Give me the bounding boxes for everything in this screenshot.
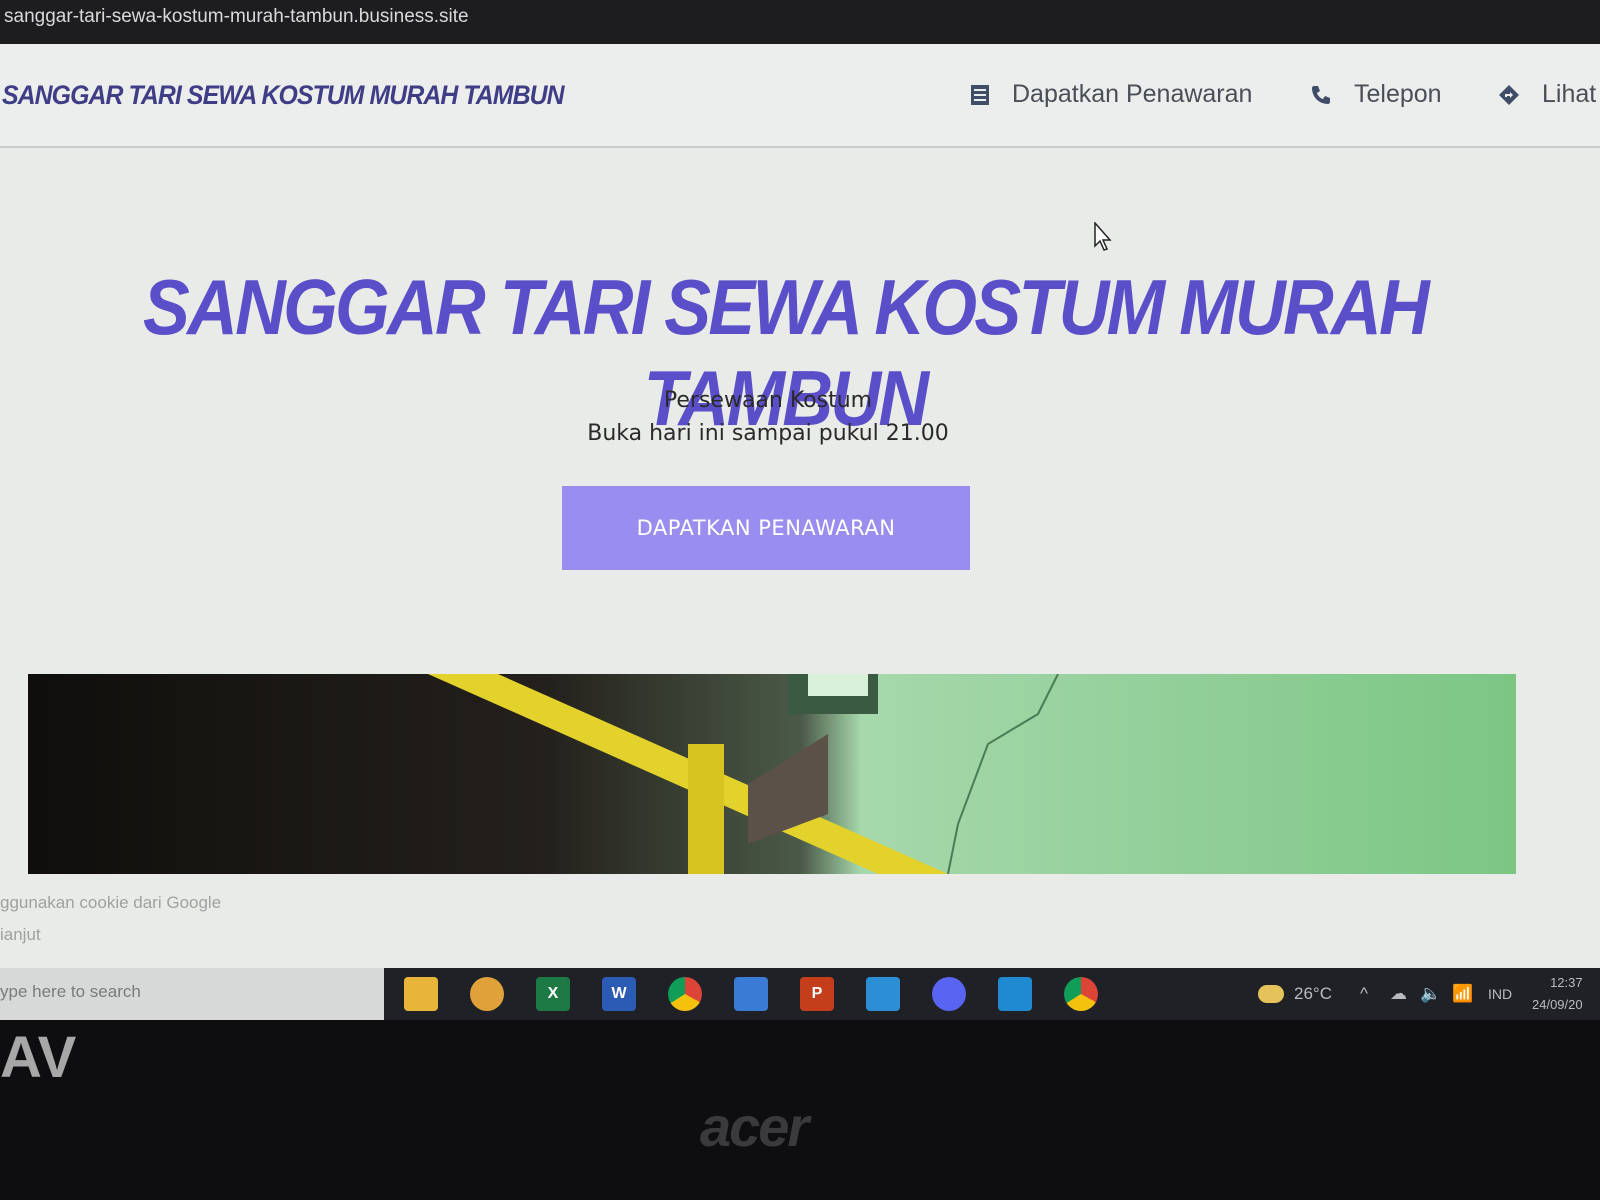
chrome-icon[interactable] — [668, 977, 702, 1011]
business-category: Persewaan Kostum — [663, 388, 873, 413]
list-icon — [970, 84, 990, 106]
opening-hours: Buka hari ini sampai pukul 21.00 — [587, 421, 949, 446]
weather-temp: 26°C — [1294, 984, 1332, 1003]
nav-directions-label: Lihat — [1542, 80, 1597, 108]
mouse-cursor-icon — [1094, 221, 1114, 256]
phone-icon — [1310, 84, 1332, 106]
powerpoint-icon[interactable]: P — [800, 977, 834, 1011]
taskbar-search-input[interactable]: ype here to search — [0, 968, 384, 1020]
clock-date: 24/09/20 — [1532, 997, 1583, 1012]
vscode-icon[interactable] — [998, 977, 1032, 1011]
bezel-label: AV — [0, 1025, 77, 1090]
tray-chevron-up-icon[interactable]: ^ — [1360, 968, 1368, 1020]
language-indicator[interactable]: IND — [1488, 968, 1512, 1020]
file-explorer-icon[interactable] — [404, 977, 438, 1011]
nav-phone[interactable]: Telepon — [1310, 80, 1442, 109]
nav-directions[interactable]: Lihat — [1498, 80, 1596, 109]
store-icon[interactable] — [734, 977, 768, 1011]
clock-time: 12:37 — [1550, 975, 1583, 990]
wifi-icon[interactable]: 📶 — [1452, 968, 1473, 1020]
weather-cloud-icon — [1258, 985, 1284, 1003]
cookie-notice-text: ggunakan cookie dari Google — [0, 893, 222, 912]
weather-widget[interactable]: 26°C — [1258, 968, 1332, 1020]
discord-icon[interactable] — [932, 977, 966, 1011]
chrome-app-icon[interactable] — [1064, 977, 1098, 1011]
excel-icon[interactable]: X — [536, 977, 570, 1011]
chrome-canary-icon[interactable] — [470, 977, 504, 1011]
word-icon[interactable]: W — [602, 977, 636, 1011]
site-brand[interactable]: SANGGAR TARI SEWA KOSTUM MURAH TAMBUN — [2, 80, 565, 111]
mail-icon[interactable] — [866, 977, 900, 1011]
site-header: SANGGAR TARI SEWA KOSTUM MURAH TAMBUN Da… — [0, 44, 1600, 148]
directions-icon — [1498, 84, 1520, 106]
address-bar[interactable]: sanggar-tari-sewa-kostum-murah-tambun.bu… — [0, 0, 1600, 44]
windows-taskbar: ype here to search X W P 26°C ^ ☁ 🔈 📶 IN… — [0, 968, 1600, 1020]
screen: sanggar-tari-sewa-kostum-murah-tambun.bu… — [0, 0, 1600, 1020]
nav-get-quote-label: Dapatkan Penawaran — [1012, 80, 1253, 108]
url-text[interactable]: sanggar-tari-sewa-kostum-murah-tambun.bu… — [4, 6, 469, 27]
cookie-notice-link[interactable]: ianjut — [0, 925, 41, 945]
onedrive-icon[interactable]: ☁ — [1390, 968, 1407, 1020]
nav-get-quote[interactable]: Dapatkan Penawaran — [970, 80, 1252, 109]
hero-photo — [28, 674, 1516, 874]
get-quote-button[interactable]: DAPATKAN PENAWARAN — [562, 486, 970, 570]
monitor-brand-logo: acer — [700, 1095, 809, 1158]
taskbar-clock[interactable]: 12:37 24/09/20 — [1532, 972, 1583, 1016]
hero-title: SANGGAR TARI SEWA KOSTUM MURAH TAMBUN — [143, 263, 1430, 442]
nav-phone-label: Telepon — [1354, 80, 1442, 108]
volume-icon[interactable]: 🔈 — [1420, 968, 1441, 1020]
